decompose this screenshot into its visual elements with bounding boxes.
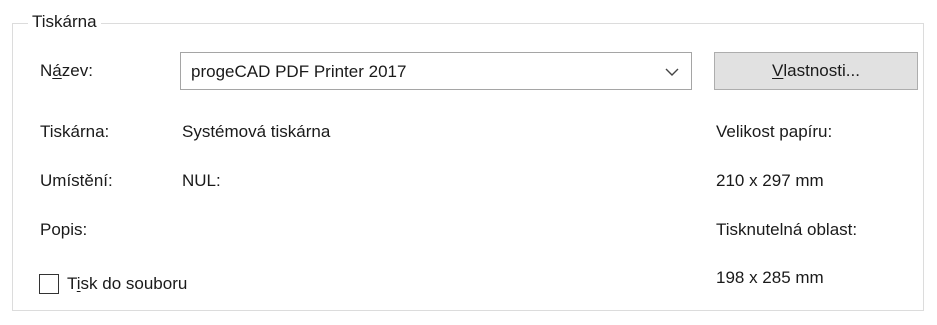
printer-name-value: progeCAD PDF Printer 2017 xyxy=(191,62,407,81)
name-label-suffix: zev: xyxy=(61,61,93,80)
printer-group-title: Tiskárna xyxy=(28,11,101,33)
name-label-accesskey: á xyxy=(52,61,62,80)
description-label: Popis: xyxy=(40,220,88,239)
name-label: Název: xyxy=(40,60,93,82)
properties-button-accesskey: V xyxy=(772,61,784,80)
paper-size-value: 210 x 297 mm xyxy=(716,171,824,190)
print-to-file-label[interactable]: Tisk do souboru xyxy=(67,273,187,295)
name-label-prefix: N xyxy=(40,61,53,80)
printer-name-combobox[interactable]: progeCAD PDF Printer 2017 xyxy=(180,52,692,90)
print-to-file-prefix: T xyxy=(67,274,77,293)
printable-area-label: Tisknutelná oblast: xyxy=(716,220,858,239)
printer-label: Tiskárna: xyxy=(40,122,110,141)
print-to-file-checkbox[interactable] xyxy=(39,274,59,294)
chevron-down-icon xyxy=(665,68,679,76)
paper-size-label: Velikost papíru: xyxy=(716,122,833,141)
location-label: Umístění: xyxy=(40,171,113,190)
printable-area-value: 198 x 285 mm xyxy=(716,268,824,287)
location-value: NUL: xyxy=(182,171,221,190)
printer-value: Systémová tiskárna xyxy=(182,122,331,141)
properties-button[interactable]: Vlastnosti... xyxy=(714,52,918,90)
properties-button-label: lastnosti... xyxy=(783,61,860,80)
print-to-file-suffix: sk do souboru xyxy=(80,274,188,293)
